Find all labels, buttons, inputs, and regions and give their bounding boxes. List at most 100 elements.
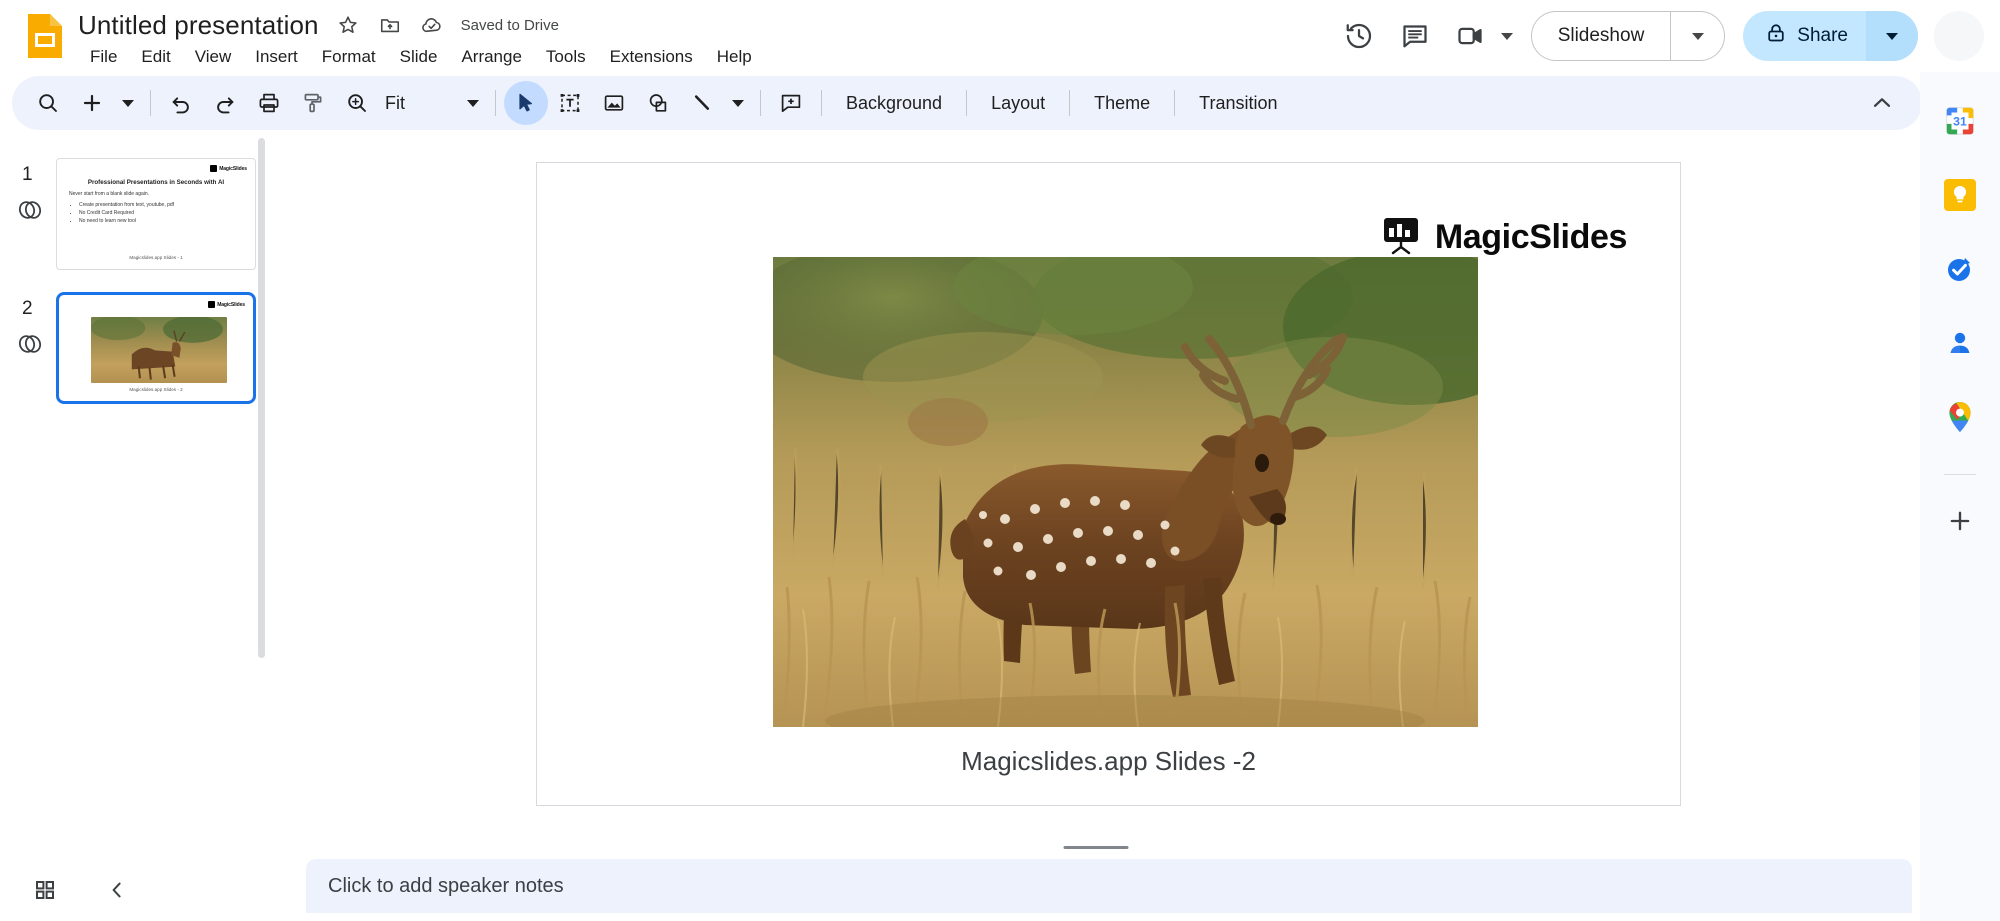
select-cursor-icon[interactable]: [504, 81, 548, 125]
document-title-row: Untitled presentation Saved to Drive: [78, 8, 559, 42]
menu-tools[interactable]: Tools: [534, 45, 598, 69]
slide-canvas-area: MagicSlides Magicslides.app Slides -2: [272, 134, 1920, 859]
header-actions: Slideshow Share: [1331, 6, 1984, 66]
layout-button[interactable]: Layout: [975, 93, 1061, 114]
background-button[interactable]: Background: [830, 93, 958, 114]
video-camera-icon[interactable]: [1443, 8, 1499, 64]
move-to-folder-icon[interactable]: [377, 12, 403, 38]
share-main[interactable]: Share: [1743, 11, 1866, 61]
toolbar-divider: [150, 90, 151, 116]
menu-slide[interactable]: Slide: [388, 45, 450, 69]
collapse-filmstrip-chevron-left-icon[interactable]: [94, 867, 140, 913]
app-header: Untitled presentation Saved to Drive Fil…: [0, 0, 2000, 72]
toolbar-divider: [966, 90, 968, 116]
slide-caption[interactable]: Magicslides.app Slides -2: [537, 746, 1680, 777]
filmstrip-slide-1[interactable]: 1 MagicSlides Professional Presentations…: [0, 154, 272, 274]
share-label[interactable]: Share: [1797, 25, 1848, 47]
layers-icon: [14, 196, 46, 224]
filmstrip-slide-2[interactable]: 2 MagicSlides Magicslides.app Slides - 2: [0, 288, 272, 408]
meet-button-group[interactable]: [1443, 8, 1521, 64]
sidebar-item-google-calendar[interactable]: 31: [1941, 102, 1979, 140]
theme-button[interactable]: Theme: [1078, 93, 1166, 114]
sidebar-item-google-contacts[interactable]: [1941, 324, 1979, 362]
comment-icon[interactable]: [1387, 8, 1443, 64]
line-icon[interactable]: [680, 81, 724, 125]
thumb-bullets: Create presentation from text, youtube, …: [79, 201, 174, 225]
thumb-brand-label: MagicSlides: [217, 301, 245, 308]
speaker-notes-panel[interactable]: Click to add speaker notes: [306, 859, 1912, 913]
slideshow-chevron-down-icon[interactable]: [1670, 12, 1724, 60]
zoom-level-label[interactable]: Fit: [379, 93, 415, 114]
save-status: Saved to Drive: [460, 16, 559, 34]
collapse-toolbar-chevron-up-icon[interactable]: [1856, 81, 1908, 125]
menu-extensions[interactable]: Extensions: [598, 45, 705, 69]
toolbar-divider: [495, 90, 496, 116]
slide-brand-logo: MagicSlides: [1379, 213, 1627, 262]
thumb-bullet: No need to learn new tool: [79, 217, 174, 225]
layers-icon: [14, 330, 46, 358]
menu-arrange[interactable]: Arrange: [449, 45, 533, 69]
version-history-icon[interactable]: [1331, 8, 1387, 64]
thumb-brand: MagicSlides: [208, 301, 245, 308]
filmstrip-scrollbar[interactable]: [258, 138, 265, 658]
zoom-chevron-down-icon[interactable]: [459, 81, 487, 125]
sidebar-item-google-tasks[interactable]: [1941, 250, 1979, 288]
share-button[interactable]: Share: [1743, 11, 1918, 61]
slide-thumbnail[interactable]: MagicSlides Professional Presentations i…: [56, 158, 256, 270]
thumb-bullet: Create presentation from text, youtube, …: [79, 201, 174, 209]
text-box-icon[interactable]: [548, 81, 592, 125]
cloud-check-icon[interactable]: [419, 12, 445, 38]
slide-number: 2: [22, 298, 33, 319]
chevron-down-icon[interactable]: [1500, 32, 1513, 40]
toolbar-divider: [821, 90, 822, 116]
thumb-brand: MagicSlides: [210, 165, 247, 172]
paint-format-icon[interactable]: [291, 81, 335, 125]
speaker-notes-placeholder[interactable]: Click to add speaker notes: [306, 875, 564, 898]
undo-icon[interactable]: [159, 81, 203, 125]
star-icon[interactable]: [335, 12, 361, 38]
redo-icon[interactable]: [203, 81, 247, 125]
add-comment-icon[interactable]: [769, 81, 813, 125]
new-slide-chevron-down-icon[interactable]: [114, 81, 142, 125]
current-slide[interactable]: MagicSlides Magicslides.app Slides -2: [536, 162, 1681, 806]
transition-button[interactable]: Transition: [1183, 93, 1293, 114]
menu-edit[interactable]: Edit: [129, 45, 182, 69]
line-chevron-down-icon[interactable]: [724, 81, 752, 125]
google-slides-app: Untitled presentation Saved to Drive Fil…: [0, 0, 2000, 921]
toolbar-divider: [1069, 90, 1071, 116]
slide-filmstrip[interactable]: 1 MagicSlides Professional Presentations…: [0, 134, 272, 859]
slides-logo-icon[interactable]: [22, 12, 68, 60]
sidebar-item-google-maps[interactable]: [1941, 398, 1979, 436]
bottom-left-controls: [0, 859, 272, 921]
shape-icon[interactable]: [636, 81, 680, 125]
sidebar-item-get-addons[interactable]: [1941, 502, 1979, 540]
menu-format[interactable]: Format: [310, 45, 388, 69]
page-title[interactable]: Untitled presentation: [78, 10, 319, 41]
share-chevron-down-icon[interactable]: [1866, 11, 1918, 61]
thumb-footer: Magicslides.app Slides - 2: [129, 387, 183, 392]
slideshow-button[interactable]: Slideshow: [1530, 11, 1726, 61]
zoom-icon[interactable]: [335, 81, 379, 125]
search-icon[interactable]: [26, 81, 70, 125]
toolbar-divider: [760, 90, 761, 116]
grid-view-icon[interactable]: [22, 867, 68, 913]
svg-text:31: 31: [1953, 115, 1967, 129]
notes-resize-handle[interactable]: [1063, 846, 1129, 849]
menu-view[interactable]: View: [183, 45, 244, 69]
side-panel-divider: [1944, 474, 1976, 475]
thumb-subtitle: Never start from a blank slide again.: [69, 191, 150, 197]
toolbar-divider: [1174, 90, 1176, 116]
thumb-footer: Magicslides.app Slides - 1: [129, 255, 183, 260]
insert-image-icon[interactable]: [592, 81, 636, 125]
easel-chart-icon: [1379, 213, 1423, 262]
menu-file[interactable]: File: [78, 45, 129, 69]
slide-thumbnail-selected[interactable]: MagicSlides Magicslides.app Slides - 2: [56, 292, 256, 404]
slide-image-deer[interactable]: [773, 257, 1478, 727]
sidebar-item-google-keep[interactable]: [1941, 176, 1979, 214]
menu-insert[interactable]: Insert: [243, 45, 310, 69]
print-icon[interactable]: [247, 81, 291, 125]
menu-help[interactable]: Help: [705, 45, 764, 69]
slideshow-label[interactable]: Slideshow: [1532, 12, 1671, 60]
avatar[interactable]: [1934, 11, 1984, 61]
new-slide-plus-icon[interactable]: [70, 81, 114, 125]
